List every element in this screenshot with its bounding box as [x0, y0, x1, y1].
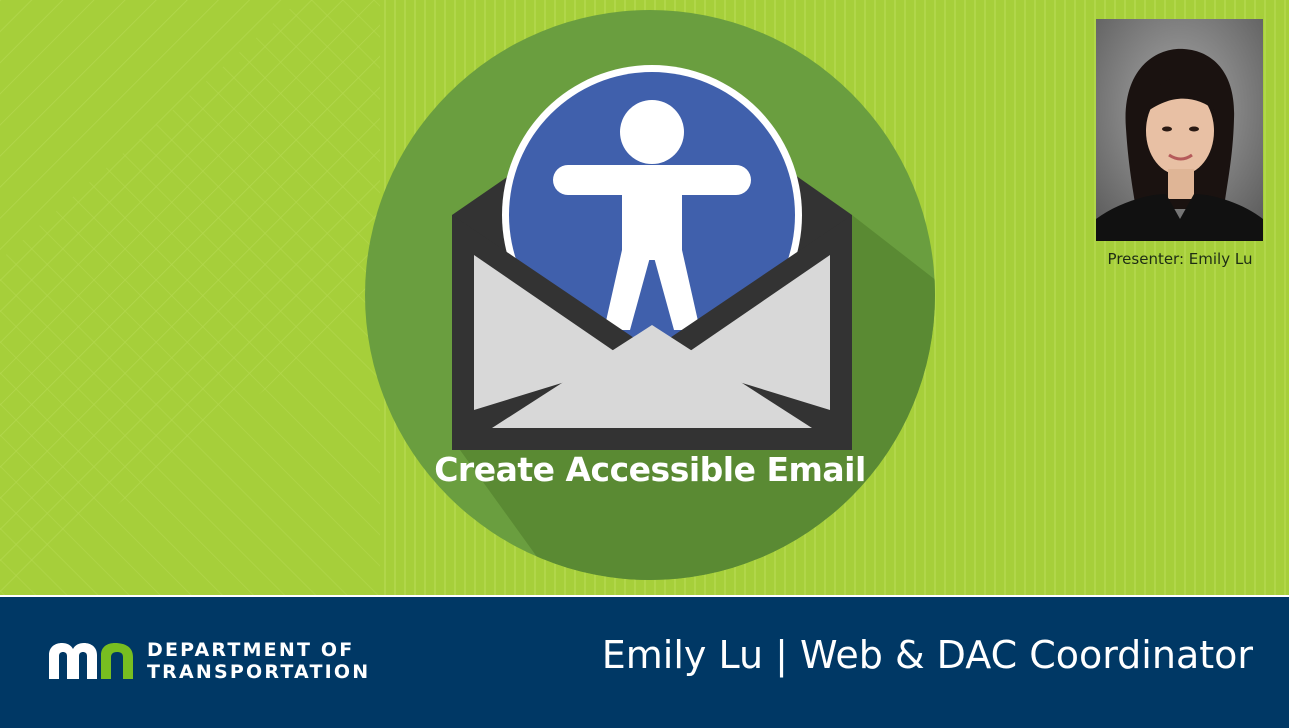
footer-bar: DEPARTMENT OF TRANSPORTATION Emily Lu | …	[0, 597, 1289, 728]
org-name: DEPARTMENT OF TRANSPORTATION	[147, 639, 370, 683]
footer-presenter-title: Emily Lu | Web & DAC Coordinator	[601, 633, 1253, 677]
org-name-line1: DEPARTMENT OF	[147, 639, 355, 661]
slide-title: Create Accessible Email	[434, 450, 866, 489]
presenter-photo	[1096, 19, 1263, 241]
mn-logo-icon	[49, 643, 133, 679]
slide: Create Accessible Email Presenter: Emily…	[0, 0, 1289, 728]
presenter-caption: Presenter: Emily Lu	[1107, 250, 1253, 268]
org-name-line2: TRANSPORTATION	[147, 661, 371, 683]
mndot-logo: DEPARTMENT OF TRANSPORTATION	[47, 637, 370, 687]
